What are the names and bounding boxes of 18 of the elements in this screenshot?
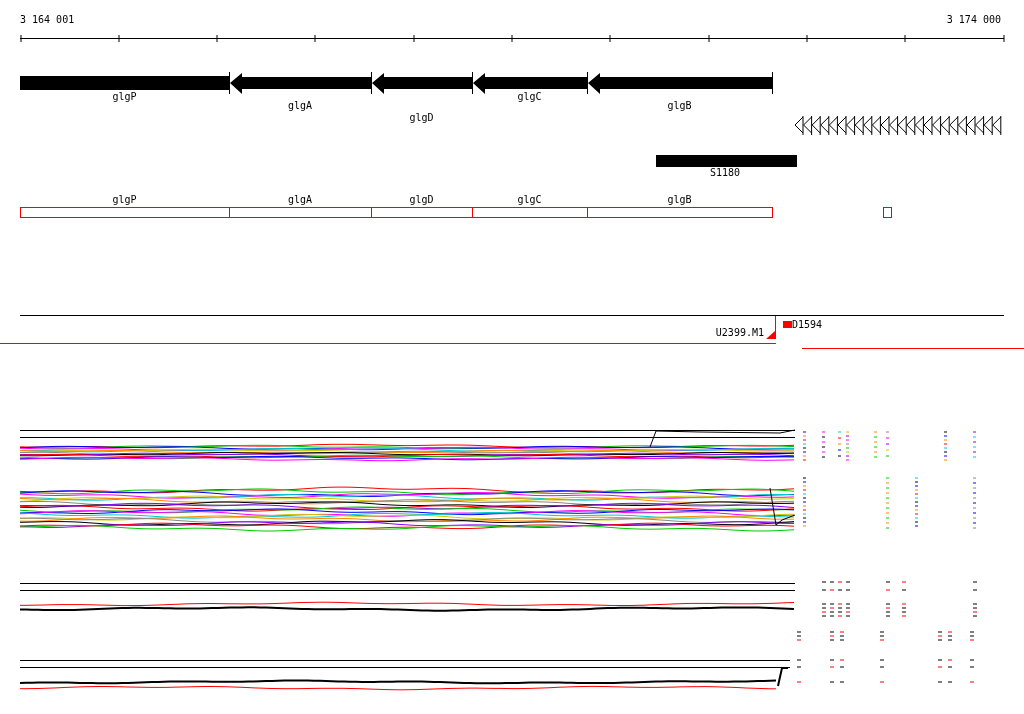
gene-label: glgP (112, 91, 137, 102)
gene-label: glgA (287, 100, 313, 111)
annotation-label: glgC (517, 194, 542, 205)
marker-label: D1594 (792, 319, 823, 330)
marker-flag-icon (766, 316, 776, 339)
marker-square-icon (783, 321, 792, 328)
annotation-label: glgP (112, 194, 137, 205)
gene-label: glgD (409, 112, 434, 123)
gene-label: glgB (667, 100, 692, 111)
position-label: 3 174 000 (946, 14, 1001, 25)
annotation-box (883, 207, 892, 218)
position-label: 3 164 001 (20, 14, 75, 25)
marker-label: U2399.M1 (715, 327, 764, 338)
annotation-label: glgD (409, 194, 434, 205)
annotation-label: glgB (667, 194, 692, 205)
gene-label: glgC (517, 91, 542, 102)
feature-label: S1180 (709, 167, 741, 178)
annotation-label: glgA (287, 194, 313, 205)
